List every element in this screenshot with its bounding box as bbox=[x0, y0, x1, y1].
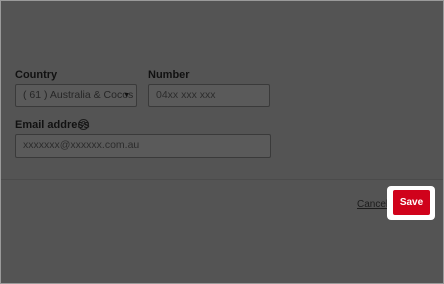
email-input-value: xxxxxxx@xxxxxx.com.au bbox=[23, 139, 140, 151]
number-input-value: 04xx xxx xxx bbox=[156, 89, 216, 101]
country-select[interactable]: ( 61 ) Australia & Cocos ▼ bbox=[15, 84, 137, 107]
cancel-link[interactable]: Cancel bbox=[357, 199, 388, 210]
question-circle-icon[interactable]: ? bbox=[78, 119, 89, 130]
email-input[interactable]: xxxxxxx@xxxxxx.com.au bbox=[15, 134, 271, 158]
contact-form: Country ( 61 ) Australia & Cocos ▼ Numbe… bbox=[1, 1, 443, 179]
save-button[interactable]: Save bbox=[393, 190, 430, 215]
chevron-down-icon: ▼ bbox=[123, 92, 130, 99]
country-label: Country bbox=[15, 69, 58, 81]
number-label: Number bbox=[148, 69, 190, 81]
dialog-footer bbox=[1, 180, 443, 283]
country-select-value: ( 61 ) Australia & Cocos bbox=[23, 89, 134, 101]
number-input[interactable]: 04xx xxx xxx bbox=[148, 84, 270, 107]
modal-dialog: Country ( 61 ) Australia & Cocos ▼ Numbe… bbox=[0, 0, 444, 284]
